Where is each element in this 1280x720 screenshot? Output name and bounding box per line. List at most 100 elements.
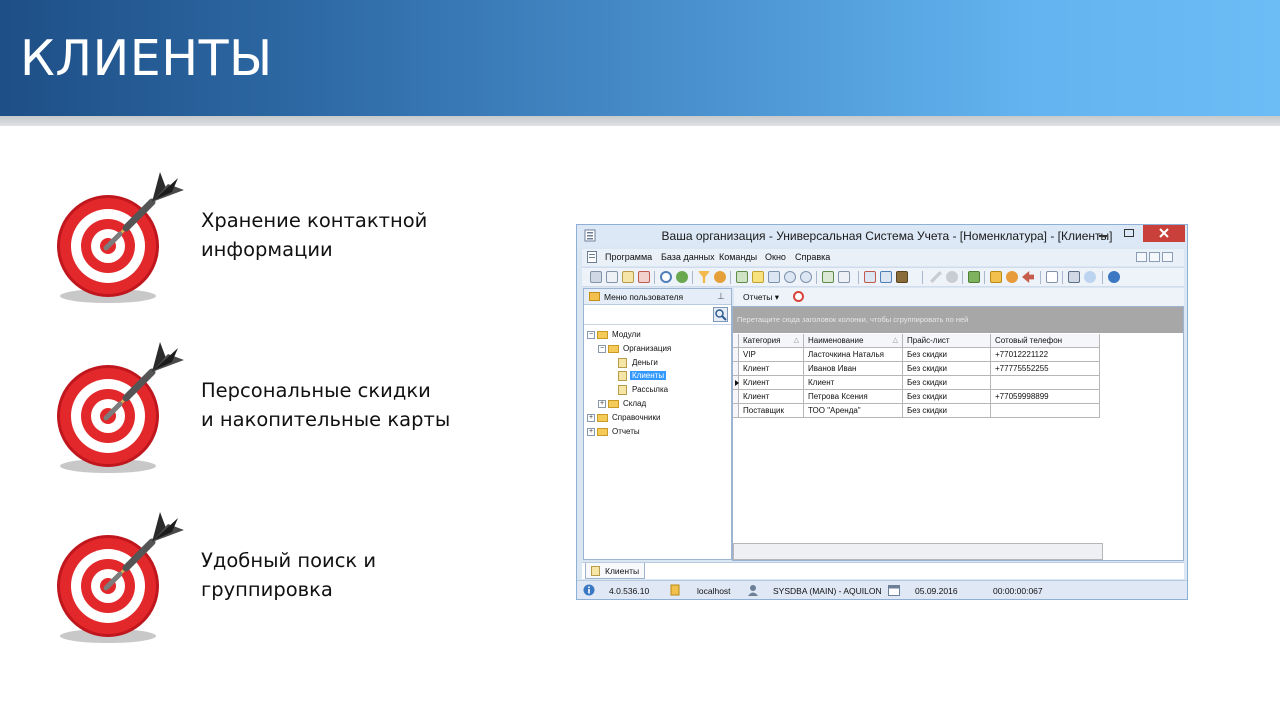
reports-toolbar: Отчеты ▾ <box>734 288 1184 306</box>
status-date: 05.09.2016 <box>915 586 958 596</box>
table-row[interactable]: VIP Ласточкина Наталья Без скидки +77012221… <box>733 348 1104 362</box>
users-icon[interactable] <box>1006 271 1018 283</box>
slide-title: КЛИЕНТЫ <box>20 30 273 87</box>
menu-program[interactable]: Программа <box>605 252 652 262</box>
expand-icon[interactable] <box>784 271 796 283</box>
toolbar <box>582 267 1184 287</box>
tree-item-label: Рассылка <box>632 385 669 395</box>
table-cell[interactable]: Без скидки <box>903 362 991 376</box>
table-cell[interactable]: +77059998899 <box>991 390 1100 404</box>
table-cell[interactable]: Поставщик <box>739 404 804 418</box>
filter-icon[interactable] <box>698 271 710 283</box>
table-cell[interactable]: Клиент <box>739 362 804 376</box>
columns-icon[interactable] <box>768 271 780 283</box>
mdi-restore-button[interactable] <box>1149 252 1160 262</box>
new-window-icon[interactable] <box>880 271 892 283</box>
table-cell[interactable] <box>991 376 1100 390</box>
table-cell[interactable]: ТОО "Аренда" <box>804 404 903 418</box>
column-header[interactable]: Наименование △ <box>804 334 903 348</box>
bullet-line: Хранение контактной <box>201 209 428 232</box>
search-icon[interactable] <box>660 271 672 283</box>
table-cell[interactable]: +77775552255 <box>991 362 1100 376</box>
settings-icon[interactable] <box>946 271 958 283</box>
grid-header-row: Категория △ Наименование △ Прайс-лист Сотовый… <box>733 334 1104 348</box>
table-row[interactable]: Клиент Клиент Без скидки <box>733 376 1104 390</box>
refresh-icon[interactable] <box>676 271 688 283</box>
expander-icon[interactable]: + <box>587 427 595 436</box>
print-preview-icon[interactable] <box>838 271 850 283</box>
stop-icon[interactable] <box>793 291 804 302</box>
column-header[interactable]: Категория △ <box>739 334 804 348</box>
menu-window[interactable]: Окно <box>765 252 786 262</box>
menu-database[interactable]: База данных <box>661 252 715 262</box>
new-icon[interactable] <box>590 271 602 283</box>
maximize-button[interactable] <box>1117 225 1141 242</box>
printer-icon[interactable] <box>1068 271 1080 283</box>
expander-icon[interactable]: + <box>587 413 595 422</box>
grid-footer <box>733 543 1103 560</box>
expander-icon[interactable]: − <box>587 331 595 339</box>
table-row[interactable]: Поставщик ТОО "Аренда" Без скидки <box>733 404 1104 418</box>
expander-icon[interactable]: + <box>598 400 606 408</box>
minimize-button[interactable] <box>1091 225 1115 242</box>
info-icon <box>583 584 595 596</box>
table-cell[interactable]: Без скидки <box>903 348 991 362</box>
table-cell[interactable]: Иванов Иван <box>804 362 903 376</box>
clients-grid: Перетащите сюда заголовок колонки, чтобы… <box>732 306 1184 561</box>
group-panel[interactable]: Перетащите сюда заголовок колонки, чтобы… <box>733 307 1183 333</box>
expander-icon[interactable]: − <box>598 344 606 353</box>
open-window-icon[interactable] <box>864 271 876 283</box>
menu-help[interactable]: Справка <box>795 252 830 262</box>
calendar-icon[interactable] <box>1046 271 1058 283</box>
filter-clear-icon[interactable] <box>714 271 726 283</box>
table-cell[interactable]: Клиент <box>739 376 804 390</box>
table-cell[interactable] <box>991 404 1100 418</box>
note-icon[interactable] <box>752 271 764 283</box>
add-row-icon[interactable] <box>736 271 748 283</box>
close-button[interactable] <box>1143 225 1185 242</box>
collapse-icon[interactable] <box>800 271 812 283</box>
delete-icon[interactable] <box>638 271 650 283</box>
window-titlebar[interactable]: Ваша организация - Универсальная Система… <box>577 225 1187 247</box>
table-cell[interactable]: Без скидки <box>903 404 991 418</box>
table-cell[interactable]: Без скидки <box>903 376 991 390</box>
table-cell[interactable]: Без скидки <box>903 390 991 404</box>
table-cell[interactable]: Петрова Ксения <box>804 390 903 404</box>
table-row[interactable]: Клиент Петрова Ксения Без скидки +770599988… <box>733 390 1104 404</box>
edit-icon[interactable] <box>622 271 634 283</box>
lock-icon[interactable] <box>990 271 1002 283</box>
table-cell[interactable]: VIP <box>739 348 804 362</box>
back-icon[interactable] <box>1022 271 1034 283</box>
tools-icon[interactable] <box>930 271 942 283</box>
calendar-icon <box>888 585 900 596</box>
column-header[interactable]: Сотовый телефон <box>991 334 1100 348</box>
tab-clients[interactable]: Клиенты <box>585 563 645 579</box>
redo-icon[interactable] <box>1084 271 1096 283</box>
mdi-minimize-button[interactable] <box>1136 252 1147 262</box>
table-cell[interactable]: Клиент <box>739 390 804 404</box>
folder-open-icon <box>608 344 619 353</box>
chart-icon[interactable] <box>968 271 980 283</box>
info-icon[interactable] <box>1108 271 1120 283</box>
menu-search <box>584 305 731 325</box>
reports-dropdown[interactable]: Отчеты ▾ <box>743 292 779 303</box>
status-timer: 00:00:00:067 <box>993 586 1043 596</box>
group-hint: Перетащите сюда заголовок колонки, чтобы… <box>737 315 969 324</box>
column-header[interactable]: Прайс-лист <box>903 334 991 348</box>
copy-icon[interactable] <box>606 271 618 283</box>
bullet-item: Персональные скидки и накопительные карты <box>48 338 518 478</box>
table-row[interactable]: Клиент Иванов Иван Без скидки +77775552255 <box>733 362 1104 376</box>
mdi-close-button[interactable] <box>1162 252 1173 262</box>
archive-icon[interactable] <box>896 271 908 283</box>
document-menu-icon[interactable] <box>587 251 597 263</box>
bullet-item: Удобный поиск и группировка <box>48 508 518 648</box>
export-icon[interactable] <box>822 271 834 283</box>
table-cell[interactable]: Клиент <box>804 376 903 390</box>
table-cell[interactable]: +77012221122 <box>991 348 1100 362</box>
menu-commands[interactable]: Команды <box>719 252 757 262</box>
tab-label: Клиенты <box>605 566 640 576</box>
table-cell[interactable]: Ласточкина Наталья <box>804 348 903 362</box>
search-button[interactable] <box>713 307 728 322</box>
pin-icon[interactable]: ⊥ <box>717 291 725 302</box>
target-dart-icon <box>57 342 184 473</box>
